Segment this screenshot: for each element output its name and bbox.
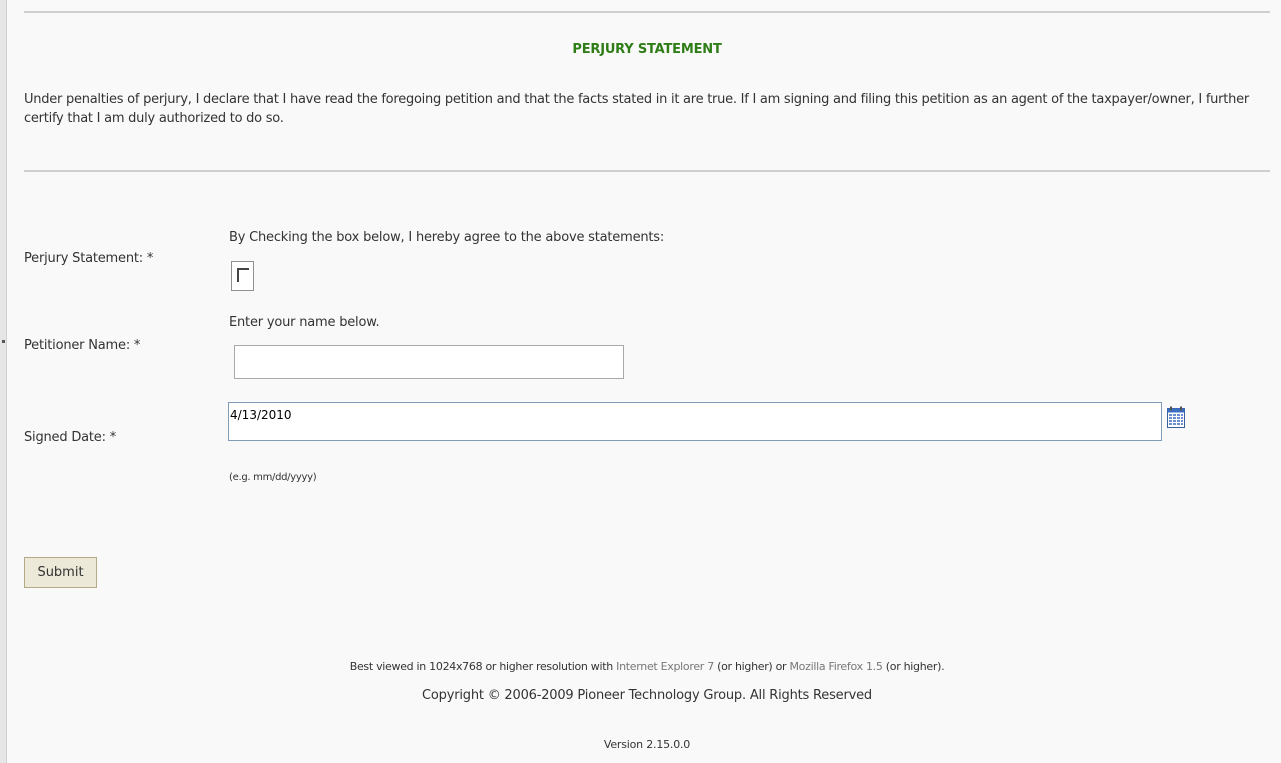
browser-recommendation-prefix: Best viewed in 1024x768 or higher resolu… [349,660,617,673]
version-label: Version 2.15.0.0 [603,738,691,751]
signed-date-input[interactable] [228,402,1162,441]
page-marker [2,340,5,343]
left-page-border [0,0,7,763]
statement-divider [24,170,1270,172]
perjury-agree-hint: By Checking the box below, I hereby agre… [229,230,665,245]
internet-explorer-link[interactable]: Internet Explorer 7 [616,660,714,673]
petitioner-name-input[interactable] [234,345,624,379]
perjury-agree-checkbox[interactable] [231,261,254,291]
top-divider [24,11,1270,13]
calendar-icon[interactable] [1167,406,1185,428]
petitioner-name-hint: Enter your name below. [229,315,380,330]
perjury-statement-label: Perjury Statement: * [24,251,154,266]
browser-recommendation-suffix: (or higher). [882,660,945,673]
signed-date-label: Signed Date: * [24,430,117,445]
firefox-link[interactable]: Mozilla Firefox 1.5 [789,660,882,673]
submit-button[interactable]: Submit [24,557,97,588]
perjury-statement-text: Under penalties of perjury, I declare th… [24,92,1249,126]
petitioner-name-label: Petitioner Name: * [24,338,141,353]
copyright-notice: Copyright © 2006-2009 Pioneer Technology… [422,688,872,703]
browser-recommendation-mid: (or higher) or [713,660,790,673]
browser-recommendation: Best viewed in 1024x768 or higher resolu… [24,660,1270,673]
page-title: PERJURY STATEMENT [572,42,722,57]
date-format-hint: (e.g. mm/dd/yyyy) [229,472,317,483]
